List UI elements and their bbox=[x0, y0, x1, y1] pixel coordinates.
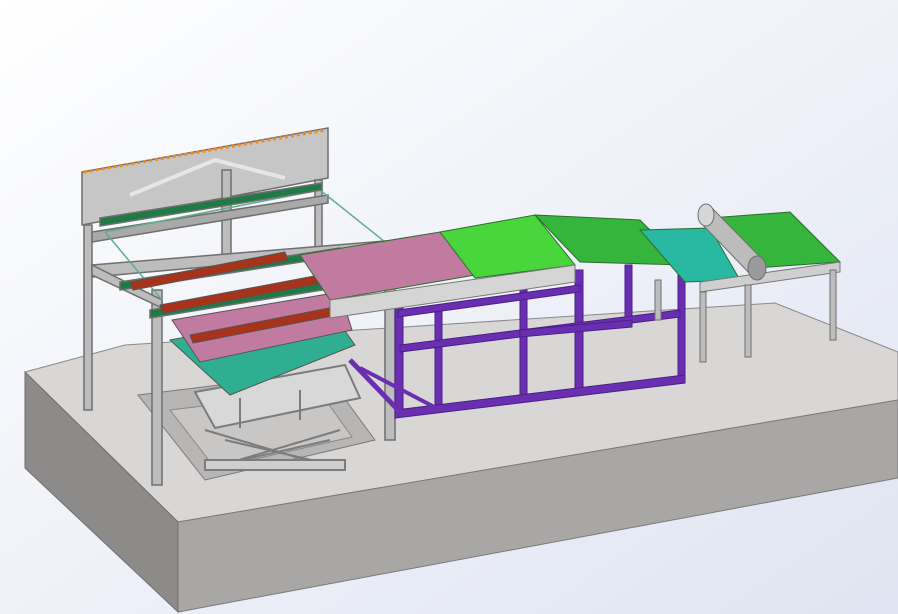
upright-left-back bbox=[83, 224, 93, 411]
outfeed-leg-1 bbox=[699, 291, 707, 363]
outfeed-leg-2 bbox=[744, 284, 752, 358]
cad-assembly-view bbox=[0, 0, 898, 614]
roller-start-cap bbox=[697, 203, 715, 227]
assembly-drawing bbox=[0, 0, 898, 614]
upright-left-front bbox=[151, 289, 163, 486]
roller-end-cap bbox=[747, 255, 767, 281]
purple-leg-6 bbox=[677, 267, 686, 384]
purple-leg-3 bbox=[519, 289, 528, 401]
purple-leg-2 bbox=[434, 309, 443, 411]
lift-base-frame bbox=[204, 459, 346, 471]
outfeed-leg-3 bbox=[829, 269, 837, 341]
outfeed-leg-4 bbox=[654, 279, 662, 321]
